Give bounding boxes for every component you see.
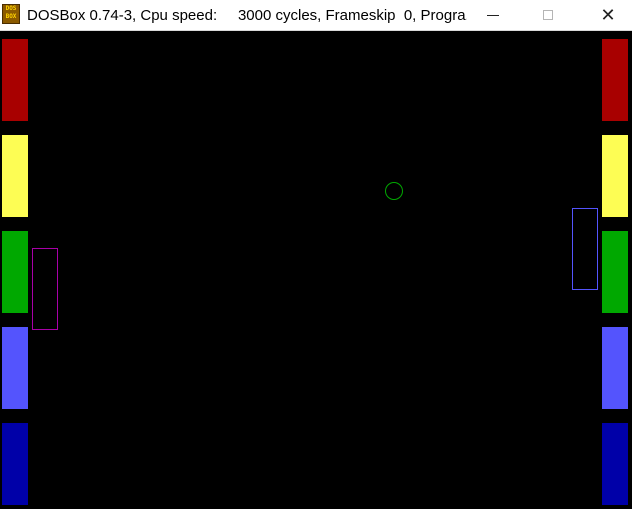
right-bar-dark-blue — [602, 423, 628, 505]
dosbox-icon[interactable]: DOS BOX — [2, 4, 20, 24]
dosbox-window: DOS BOX DOSBox 0.74-3, Cpu speed: 3000 c… — [0, 0, 632, 509]
minimize-icon — [487, 14, 499, 16]
icon-text-box: BOX — [5, 13, 17, 20]
right-paddle[interactable] — [572, 208, 598, 290]
right-bar-yellow — [602, 135, 628, 217]
left-bar-yellow — [2, 135, 28, 217]
maximize-icon — [543, 10, 553, 20]
maximize-button[interactable] — [525, 0, 571, 30]
close-icon: ✕ — [600, 4, 616, 26]
left-bar-dark-blue — [2, 423, 28, 505]
ball — [385, 182, 403, 200]
title-bar[interactable]: DOS BOX DOSBox 0.74-3, Cpu speed: 3000 c… — [0, 0, 632, 31]
right-bar-red — [602, 39, 628, 121]
close-button[interactable]: ✕ — [585, 0, 631, 30]
left-bar-light-blue — [2, 327, 28, 409]
left-paddle[interactable] — [32, 248, 58, 330]
left-bar-green — [2, 231, 28, 313]
game-canvas[interactable] — [0, 31, 632, 509]
icon-text-dos: DOS — [5, 5, 17, 12]
minimize-button[interactable] — [470, 0, 516, 30]
left-bar-red — [2, 39, 28, 121]
window-title: DOSBox 0.74-3, Cpu speed: 3000 cycles, F… — [27, 7, 467, 24]
right-bar-light-blue — [602, 327, 628, 409]
right-bar-green — [602, 231, 628, 313]
